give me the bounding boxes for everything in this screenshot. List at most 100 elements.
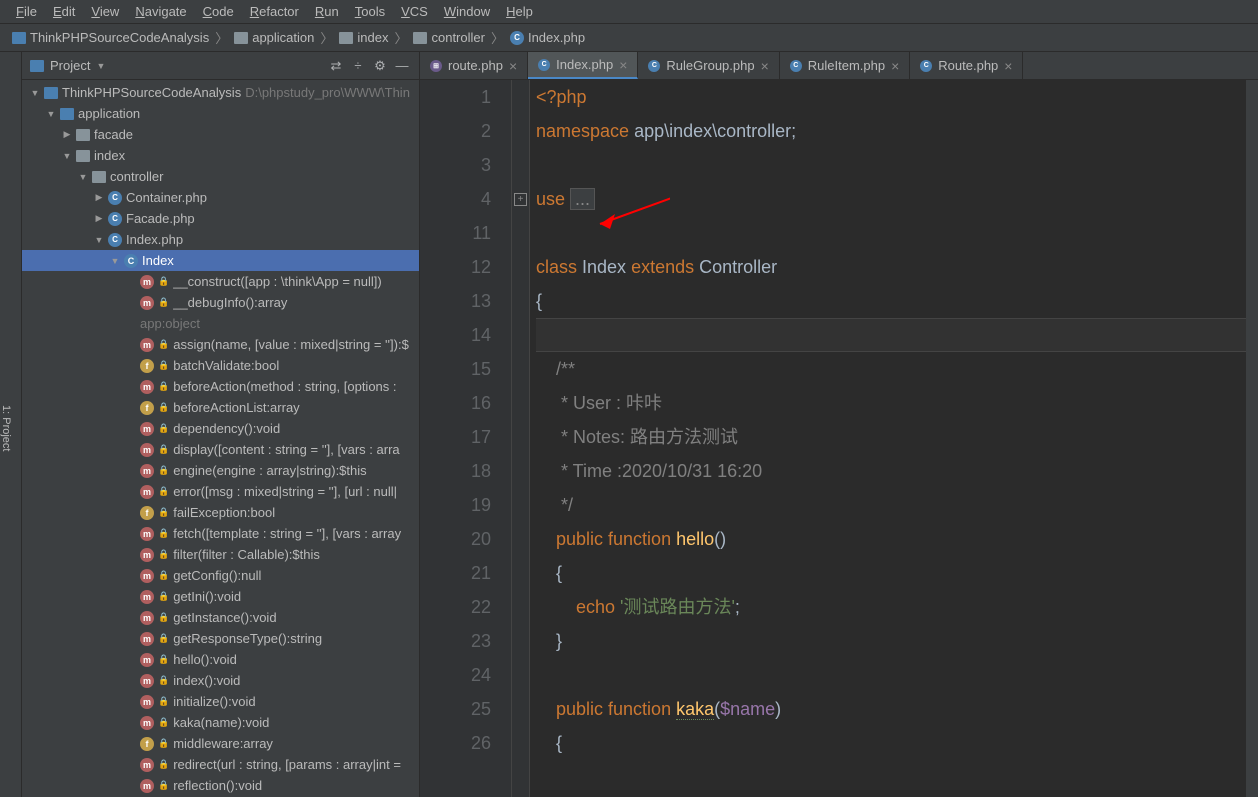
menu-edit[interactable]: Edit [45,4,83,19]
tree-item[interactable]: CIndex.php [22,229,419,250]
tree-item[interactable]: m🔒getIni():void [22,586,419,607]
tab-label: RuleGroup.php [666,58,754,73]
menu-tools[interactable]: Tools [347,4,393,19]
code-lines[interactable]: <?php namespace app\index\controller; us… [530,80,1246,797]
project-panel: Project ▼ ⇄ ÷ ⚙ — ThinkPHPSourceCodeAnal… [22,52,420,797]
menu-file[interactable]: File [8,4,45,19]
tree-item[interactable]: application [22,103,419,124]
menu-run[interactable]: Run [307,4,347,19]
line-number: 11 [420,216,491,250]
collapse-icon[interactable]: ÷ [349,57,367,75]
editor-tab[interactable]: CRoute.php× [910,52,1023,79]
menu-window[interactable]: Window [436,4,498,19]
tree-item[interactable]: facade [22,124,419,145]
fold-expand-icon[interactable]: + [514,193,527,206]
lock-icon: 🔒 [158,276,169,287]
code-editor[interactable]: 123411121314151617181920212223242526 + <… [420,80,1258,797]
scroll-from-source-icon[interactable]: ⇄ [327,57,345,75]
editor-tab[interactable]: CRuleItem.php× [780,52,911,79]
breadcrumb-item[interactable]: controller [409,30,488,45]
tree-arrow[interactable] [62,151,72,161]
close-icon[interactable]: × [891,58,899,74]
lock-icon: 🔒 [158,570,169,581]
gear-icon[interactable]: ⚙ [371,57,389,75]
chevron-down-icon[interactable]: ▼ [96,61,105,71]
tree-item[interactable]: CContainer.php [22,187,419,208]
vertical-scrollbar[interactable] [1246,80,1258,797]
tree-label: error([msg : mixed|string = ''], [url : … [173,484,397,499]
tree-item[interactable]: m🔒filter(filter : Callable):$this [22,544,419,565]
tree-arrow[interactable] [30,88,40,98]
code-token: { [536,563,562,583]
tree-item[interactable]: m🔒__debugInfo():array [22,292,419,313]
menu-code[interactable]: Code [195,4,242,19]
tree-item[interactable]: f🔒batchValidate:bool [22,355,419,376]
tree-item[interactable]: m🔒getResponseType():string [22,628,419,649]
tree-item[interactable]: m🔒dependency():void [22,418,419,439]
tree-item[interactable]: f🔒failException:bool [22,502,419,523]
tree-item[interactable]: m🔒__construct([app : \think\App = null]) [22,271,419,292]
project-tool-tab[interactable]: 1: Project [0,52,22,797]
editor-tab[interactable]: CIndex.php× [528,52,638,79]
project-tree[interactable]: ThinkPHPSourceCodeAnalysis D:\phpstudy_p… [22,80,419,797]
method-icon: m [140,527,154,541]
tree-arrow[interactable] [46,109,56,119]
fold-column[interactable]: + [512,80,530,797]
method-icon: m [140,674,154,688]
menu-refactor[interactable]: Refactor [242,4,307,19]
tree-arrow[interactable] [94,235,104,245]
tree-item[interactable]: f🔒beforeActionList:array [22,397,419,418]
tree-item[interactable]: m🔒redirect(url : string, [params : array… [22,754,419,775]
close-icon[interactable]: × [1004,58,1012,74]
breadcrumb-item[interactable]: application [230,30,318,45]
menu-navigate[interactable]: Navigate [127,4,194,19]
tree-item[interactable]: m🔒kaka(name):void [22,712,419,733]
breadcrumb-separator: 〉 [215,28,228,47]
editor-tab[interactable]: ⊞route.php× [420,52,528,79]
tree-label: controller [110,169,163,184]
tree-item[interactable]: m🔒assign(name, [value : mixed|string = '… [22,334,419,355]
tree-item[interactable]: m🔒hello():void [22,649,419,670]
menu-view[interactable]: View [83,4,127,19]
tree-label: index [94,148,125,163]
tree-arrow[interactable] [78,172,88,182]
close-icon[interactable]: × [619,57,627,73]
tree-arrow[interactable] [94,192,104,203]
tree-item[interactable]: index [22,145,419,166]
tree-arrow[interactable] [62,129,72,140]
tree-item[interactable]: m🔒index():void [22,670,419,691]
tree-item[interactable]: m🔒reflection():void [22,775,419,796]
menu-vcs[interactable]: VCS [393,4,436,19]
line-number: 16 [420,386,491,420]
editor-tab[interactable]: CRuleGroup.php× [638,52,779,79]
breadcrumb-item[interactable]: CIndex.php [506,30,589,45]
close-icon[interactable]: × [761,58,769,74]
hide-icon[interactable]: — [393,57,411,75]
tree-item[interactable]: m🔒initialize():void [22,691,419,712]
tree-arrow[interactable] [94,213,104,224]
tree-item[interactable]: f🔒middleware:array [22,733,419,754]
tree-item[interactable]: controller [22,166,419,187]
tree-item[interactable]: app:object [22,313,419,334]
method-icon: m [140,695,154,709]
tree-item[interactable]: ThinkPHPSourceCodeAnalysis D:\phpstudy_p… [22,82,419,103]
project-panel-title[interactable]: Project [50,58,90,73]
tree-item[interactable]: CIndex [22,250,419,271]
breadcrumb-item[interactable]: index [335,30,392,45]
tree-item[interactable]: m🔒display([content : string = ''], [vars… [22,439,419,460]
menu-help[interactable]: Help [498,4,541,19]
tree-label: initialize():void [173,694,255,709]
folded-region[interactable]: ... [570,188,595,210]
tree-label: batchValidate:bool [173,358,279,373]
tree-item[interactable]: m🔒getConfig():null [22,565,419,586]
close-icon[interactable]: × [509,58,517,74]
tree-item[interactable]: CFacade.php [22,208,419,229]
tree-item[interactable]: m🔒getInstance():void [22,607,419,628]
tree-item[interactable]: m🔒fetch([template : string = ''], [vars … [22,523,419,544]
tree-arrow[interactable] [110,256,120,266]
lock-icon: 🔒 [158,612,169,623]
tree-item[interactable]: m🔒engine(engine : array|string):$this [22,460,419,481]
tree-item[interactable]: m🔒beforeAction(method : string, [options… [22,376,419,397]
breadcrumb-item[interactable]: ThinkPHPSourceCodeAnalysis [8,30,213,45]
tree-item[interactable]: m🔒error([msg : mixed|string = ''], [url … [22,481,419,502]
